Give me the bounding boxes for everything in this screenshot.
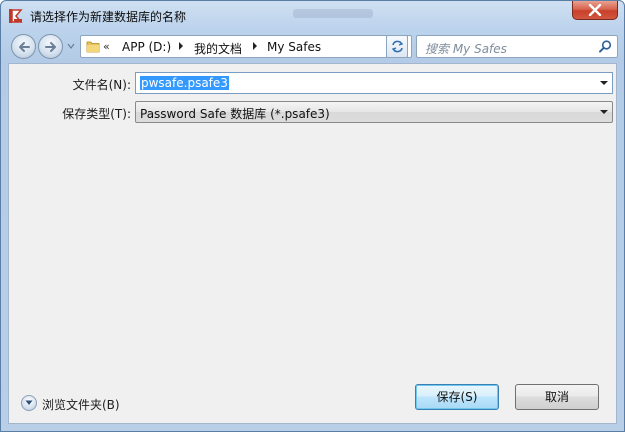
- breadcrumb-my-safes[interactable]: My Safes: [267, 40, 321, 54]
- dialog-content: 文件名(N): pwsafe.psafe3 保存类型(T): Password …: [8, 63, 617, 424]
- filetype-label: 保存类型(T):: [62, 107, 131, 121]
- recent-locations-chevron-icon[interactable]: [66, 41, 76, 51]
- breadcrumb-separator-icon[interactable]: [179, 42, 183, 50]
- filetype-dropdown-arrow-icon[interactable]: [600, 110, 608, 114]
- close-icon: [588, 4, 602, 16]
- forward-button[interactable]: [38, 34, 63, 59]
- search-input[interactable]: 搜索 My Safes: [425, 40, 507, 57]
- close-button[interactable]: [572, 1, 618, 20]
- title-bar[interactable]: 请选择作为新建数据库的名称: [1, 1, 624, 31]
- browse-folders-label[interactable]: 浏览文件夹(B): [42, 396, 120, 413]
- back-button[interactable]: [11, 34, 36, 59]
- save-dialog-window: 请选择作为新建数据库的名称 « APP (D:) 我的文档 My Safes 搜…: [0, 0, 625, 432]
- breadcrumb-separator-icon[interactable]: [253, 42, 257, 50]
- breadcrumb-documents[interactable]: 我的文档: [194, 40, 242, 57]
- breadcrumb-drive[interactable]: APP (D:): [122, 40, 171, 54]
- breadcrumb-overflow[interactable]: «: [103, 40, 110, 53]
- browse-folders-toggle[interactable]: [21, 395, 37, 411]
- background-window-text: [293, 9, 373, 18]
- filename-dropdown-arrow-icon[interactable]: [600, 81, 608, 85]
- chevron-down-icon: [25, 400, 33, 405]
- filename-value[interactable]: pwsafe.psafe3: [140, 76, 229, 90]
- cancel-button[interactable]: 取消: [515, 384, 599, 410]
- folder-icon: [86, 40, 100, 53]
- filetype-select[interactable]: Password Safe 数据库 (*.psafe3): [135, 101, 613, 123]
- window-title: 请选择作为新建数据库的名称: [30, 10, 187, 24]
- search-icon[interactable]: [598, 39, 613, 54]
- password-safe-app-icon: [7, 7, 25, 25]
- refresh-icon: [391, 40, 404, 53]
- filename-input[interactable]: pwsafe.psafe3: [135, 72, 613, 94]
- navigation-row: « APP (D:) 我的文档 My Safes 搜索 My Safes: [9, 33, 618, 60]
- back-arrow-icon: [19, 42, 30, 52]
- search-box[interactable]: 搜索 My Safes: [416, 35, 618, 58]
- forward-arrow-icon: [45, 42, 56, 52]
- filename-label: 文件名(N):: [72, 78, 131, 92]
- save-button[interactable]: 保存(S): [415, 384, 499, 410]
- filetype-value: Password Safe 数据库 (*.psafe3): [140, 107, 330, 121]
- address-bar[interactable]: « APP (D:) 我的文档 My Safes: [80, 35, 412, 58]
- refresh-button[interactable]: [386, 35, 408, 58]
